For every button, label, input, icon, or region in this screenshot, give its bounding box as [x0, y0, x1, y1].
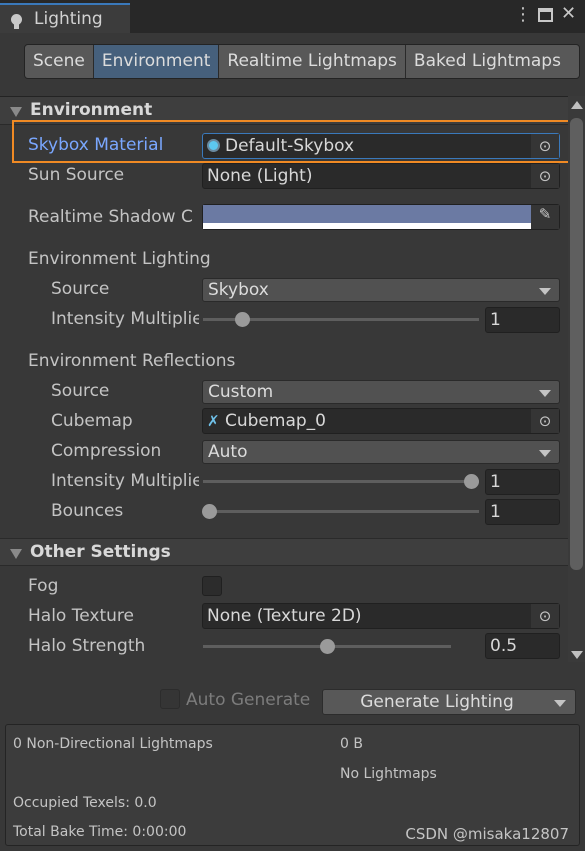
- reflection-intensity-label: Intensity Multiplier: [51, 471, 199, 491]
- bounces-slider[interactable]: [201, 504, 479, 519]
- total-bake-time: Total Bake Time: 0:00:00: [13, 824, 187, 840]
- auto-generate-label: Auto Generate: [186, 690, 311, 710]
- slider-thumb[interactable]: [463, 474, 479, 489]
- chevron-down-icon[interactable]: [554, 700, 566, 707]
- sun-source-field[interactable]: None (Light) ⊙: [202, 163, 560, 189]
- close-icon[interactable]: ✕: [561, 3, 576, 24]
- compression-label: Compression: [51, 441, 162, 461]
- tab-scene[interactable]: Scene: [25, 45, 94, 78]
- halo-strength-label: Halo Strength: [28, 636, 146, 656]
- object-picker-icon[interactable]: ⊙: [531, 604, 559, 628]
- settings-scroll-area: Environment Skybox Material Default-Skyb…: [0, 96, 585, 662]
- fog-checkbox[interactable]: [202, 576, 222, 596]
- other-settings-section-header[interactable]: Other Settings: [0, 538, 568, 566]
- scroll-down-icon[interactable]: [571, 651, 583, 659]
- bulb-icon: [11, 14, 22, 29]
- lighting-intensity-input[interactable]: 1: [485, 307, 560, 333]
- more-vert-icon[interactable]: ⋮: [514, 4, 532, 25]
- object-picker-icon[interactable]: ⊙: [531, 409, 559, 433]
- reflection-intensity-slider[interactable]: [203, 474, 479, 489]
- bounces-label: Bounces: [51, 501, 124, 521]
- bounces-input[interactable]: 1: [485, 499, 560, 525]
- halo-texture-label: Halo Texture: [28, 606, 134, 626]
- auto-generate-checkbox[interactable]: [160, 689, 180, 709]
- compression-dropdown[interactable]: Auto: [202, 440, 560, 464]
- lightmap-size: 0 B: [340, 736, 363, 752]
- eyedropper-icon[interactable]: ✎: [531, 205, 559, 229]
- sun-source-value: None (Light): [207, 166, 313, 186]
- maximize-icon[interactable]: [538, 8, 553, 22]
- scrollbar-thumb[interactable]: [570, 118, 583, 570]
- lighting-intensity-slider[interactable]: [203, 312, 479, 327]
- cubemap-value: Cubemap_0: [225, 411, 326, 431]
- scroll-up-icon[interactable]: [571, 101, 583, 109]
- watermark: CSDN @misaka12807: [405, 825, 569, 843]
- cubemap-field[interactable]: ✗ Cubemap_0 ⊙: [202, 408, 560, 434]
- realtime-shadow-color-label: Realtime Shadow C: [28, 207, 193, 227]
- lighting-source-label: Source: [51, 279, 110, 299]
- color-swatch: [203, 205, 532, 223]
- lighting-intensity-label: Intensity Multiplier: [51, 309, 199, 329]
- sun-source-label: Sun Source: [28, 165, 125, 185]
- cubemap-icon: ✗: [207, 412, 220, 430]
- section-title: Other Settings: [30, 542, 171, 562]
- shadow-color-field[interactable]: ✎: [202, 204, 560, 230]
- reflection-source-label: Source: [51, 381, 110, 401]
- section-title: Environment: [30, 100, 153, 120]
- generate-lighting-button[interactable]: Generate Lighting: [322, 689, 576, 715]
- highlight-box: [12, 120, 579, 163]
- lightmap-info-panel: 0 Non-Directional Lightmaps 0 B No Light…: [5, 724, 580, 846]
- environment-lighting-header: Environment Lighting: [28, 249, 211, 269]
- lightmap-count: 0 Non-Directional Lightmaps: [13, 736, 213, 752]
- foldout-icon: [10, 107, 22, 117]
- halo-texture-value: None (Texture 2D): [207, 606, 362, 626]
- reflection-source-dropdown[interactable]: Custom: [202, 380, 560, 404]
- tab-environment[interactable]: Environment: [93, 45, 220, 78]
- reflection-intensity-input[interactable]: 1: [485, 469, 560, 495]
- halo-texture-field[interactable]: None (Texture 2D) ⊙: [202, 603, 560, 629]
- halo-strength-slider[interactable]: [203, 639, 451, 654]
- window-title: Lighting: [34, 9, 103, 29]
- no-lightmaps-text: No Lightmaps: [340, 766, 437, 782]
- slider-thumb[interactable]: [201, 504, 217, 519]
- scrollbar[interactable]: [568, 96, 585, 662]
- halo-strength-input[interactable]: 0.5: [485, 633, 560, 659]
- window-tab[interactable]: Lighting: [0, 3, 130, 33]
- occupied-texels: Occupied Texels: 0.0: [13, 795, 157, 811]
- slider-thumb[interactable]: [320, 639, 335, 654]
- fog-label: Fog: [28, 576, 59, 596]
- foldout-icon: [10, 549, 22, 559]
- object-picker-icon[interactable]: ⊙: [531, 164, 559, 188]
- tab-baked-lightmaps[interactable]: Baked Lightmaps: [405, 45, 579, 78]
- tab-realtime-lightmaps[interactable]: Realtime Lightmaps: [219, 45, 406, 78]
- environment-reflections-header: Environment Reflections: [28, 351, 236, 371]
- lighting-source-dropdown[interactable]: Skybox: [202, 278, 560, 302]
- generate-lighting-label: Generate Lighting: [360, 692, 514, 712]
- slider-thumb[interactable]: [234, 312, 250, 327]
- cubemap-label: Cubemap: [51, 411, 133, 431]
- tab-bar: Scene Environment Realtime Lightmaps Bak…: [24, 44, 580, 79]
- alpha-bar: [203, 223, 532, 229]
